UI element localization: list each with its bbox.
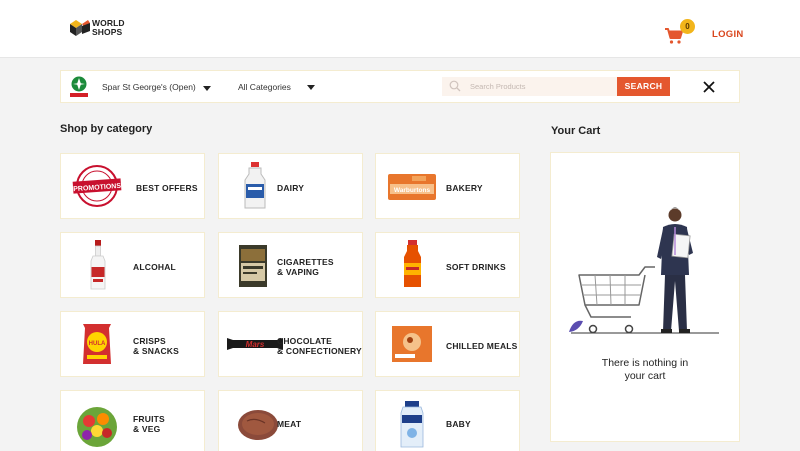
ready-meal-icon xyxy=(392,326,432,362)
category-dropdown-caret-icon[interactable] xyxy=(307,85,315,90)
category-tile-best-offers[interactable]: PROMOTIONS BEST OFFERS xyxy=(60,153,205,219)
cart-count-badge: 0 xyxy=(680,19,695,34)
category-tile-alcohal[interactable]: ALCOHAL xyxy=(60,232,205,298)
category-label: DAIRY xyxy=(277,183,305,193)
category-tile-cigarettes-vaping[interactable]: CIGARETTES & VAPING xyxy=(218,232,363,298)
category-tile-soft-drinks[interactable]: SOFT DRINKS xyxy=(375,232,520,298)
cigarette-pack-icon xyxy=(239,245,267,287)
category-label: BEST OFFERS xyxy=(136,183,198,193)
category-tile-baby[interactable]: BABY xyxy=(375,390,520,451)
fruit-veg-icon xyxy=(77,407,117,447)
category-tile-bakery[interactable]: Warburtons BAKERY xyxy=(375,153,520,219)
login-link[interactable]: LOGIN xyxy=(712,29,744,40)
category-tile-crisps-snacks[interactable]: HULA CRISPS & SNACKS xyxy=(60,311,205,377)
meat-steak-icon xyxy=(238,410,278,440)
crisps-bag-icon: HULA xyxy=(83,324,111,364)
chocolate-bar-icon: Mars xyxy=(227,338,283,350)
close-icon[interactable] xyxy=(702,80,716,94)
search-icon xyxy=(449,80,461,92)
search-button[interactable]: SEARCH xyxy=(617,77,670,96)
store-dropdown-caret-icon[interactable] xyxy=(203,86,211,91)
category-tile-dairy[interactable]: DAIRY xyxy=(218,153,363,219)
category-tile-meat[interactable]: MEAT xyxy=(218,390,363,451)
empty-cart-illustration-icon xyxy=(569,207,719,334)
svg-text:Mars: Mars xyxy=(246,340,265,349)
logo-mark-icon xyxy=(70,20,90,36)
store-search-bar: Spar St George's (Open) All Categories S… xyxy=(60,70,740,103)
world-shops-logo[interactable]: WORLD SHOPS xyxy=(70,19,125,37)
category-tile-fruits-veg[interactable]: FRUITS & VEG xyxy=(60,390,205,451)
category-label: CHOCOLATE & CONFECTIONERY xyxy=(277,336,362,356)
cart-empty-message: There is nothing in your cart xyxy=(601,357,689,382)
milk-bottle-icon xyxy=(244,162,266,209)
baby-milk-bottle-icon xyxy=(400,401,424,448)
category-tile-chocolate-confectionery[interactable]: Mars CHOCOLATE & CONFECTIONERY xyxy=(218,311,363,377)
logo-text: WORLD SHOPS xyxy=(92,18,125,37)
category-label: FRUITS & VEG xyxy=(133,414,165,434)
soda-bottle-icon xyxy=(404,240,421,287)
your-cart-title: Your Cart xyxy=(551,125,601,137)
search-input[interactable] xyxy=(470,79,615,94)
category-label: CHILLED MEALS xyxy=(446,341,518,351)
category-label: SOFT DRINKS xyxy=(446,262,506,272)
svg-text:HULA: HULA xyxy=(89,341,106,347)
category-label: MEAT xyxy=(277,419,302,429)
category-label: CIGARETTES & VAPING xyxy=(277,257,334,277)
search-input-wrapper xyxy=(442,77,618,96)
cart-panel: There is nothing in your cart xyxy=(550,152,740,442)
spar-logo-icon xyxy=(70,76,88,97)
category-label: CRISPS & SNACKS xyxy=(133,336,179,356)
category-label: BABY xyxy=(446,419,471,429)
category-select[interactable]: All Categories xyxy=(238,82,291,92)
category-label: ALCOHAL xyxy=(133,262,176,272)
svg-text:Warburtons: Warburtons xyxy=(394,187,431,194)
shop-by-category-title: Shop by category xyxy=(60,123,153,135)
bread-pack-icon: Warburtons xyxy=(388,174,436,200)
category-label: BAKERY xyxy=(446,183,483,193)
store-select[interactable]: Spar St George's (Open) xyxy=(102,82,196,92)
vodka-bottle-icon xyxy=(90,240,106,290)
category-tile-chilled-meals[interactable]: CHILLED MEALS xyxy=(375,311,520,377)
promotions-badge-icon: PROMOTIONS xyxy=(72,165,122,207)
header: WORLD SHOPS 0 LOGIN xyxy=(0,0,800,58)
